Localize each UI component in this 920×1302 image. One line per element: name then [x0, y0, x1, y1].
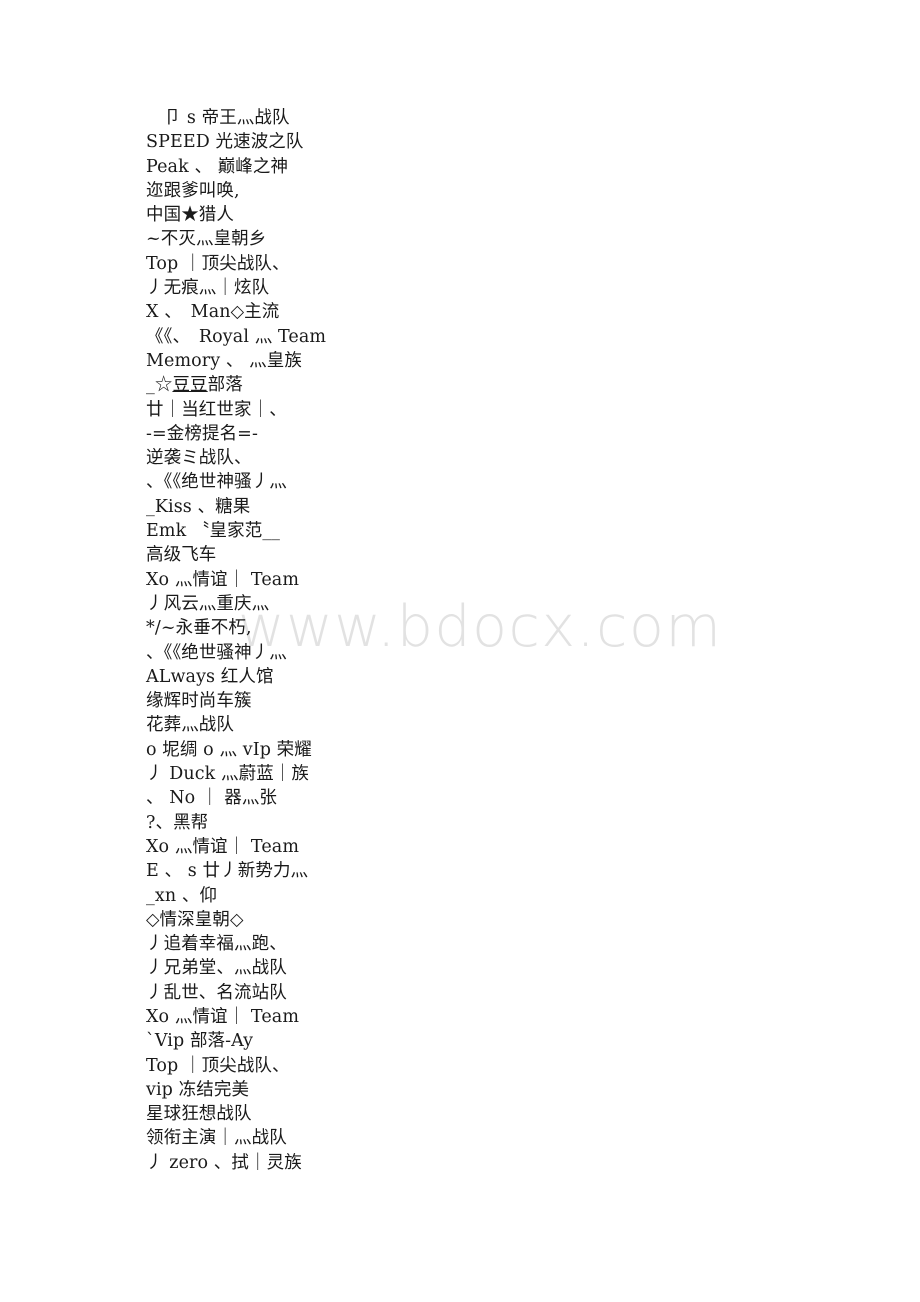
document-line: 迩跟爹叫唤,: [146, 180, 240, 201]
document-line: 、《《绝世神骚丿灬: [146, 472, 287, 493]
underlined-text: 豆豆: [172, 375, 208, 396]
document-page: www.bdocx.com 卩 s 帝王灬战队 SPEED 光速波之队 Peak 、…: [0, 0, 920, 1302]
document-line: 卩 s 帝王灬战队: [146, 108, 290, 128]
document-line: ˋVip 部落-Ay: [146, 1031, 254, 1052]
document-line: _Kiss 、糖果: [146, 496, 251, 517]
document-line: ◇情深皇朝◇: [146, 909, 244, 930]
document-line: 《《、 Royal 灬 Team: [146, 326, 327, 347]
document-line: 逆袭ミ战队、: [146, 448, 252, 469]
document-line: X 、 Man◇主流: [146, 302, 280, 323]
document-line: ALways 红人馆: [146, 666, 274, 687]
document-line: _☆豆豆部落: [146, 375, 243, 396]
document-line: _xn 、仰: [146, 885, 218, 906]
document-line: 高级飞车: [146, 545, 217, 566]
document-line: -=金榜提名=-: [146, 423, 258, 444]
document-line: E 、 s 廿丿新势力灬: [146, 861, 309, 882]
document-line: 领衔主演｜灬战队: [146, 1128, 287, 1149]
document-line: Emk 〝皇家范__: [146, 521, 281, 542]
document-line: Xo 灬情谊｜ Team: [146, 569, 300, 590]
document-line: 丿风云灬重庆灬: [146, 593, 270, 614]
document-line: o 坭绸 o 灬 vIp 荣耀: [146, 739, 312, 760]
document-line: vip 冻结完美: [146, 1079, 250, 1100]
document-line: ?、黑帮: [146, 812, 209, 833]
document-line: 丿 zero 、拭｜灵族: [146, 1152, 302, 1173]
document-line: 丿乱世、名流站队: [146, 982, 287, 1003]
document-line: Top ｜顶尖战队、: [146, 1055, 290, 1076]
document-line: Xo 灬情谊｜ Team: [146, 1006, 300, 1027]
document-line: Memory 、 灬皇族: [146, 350, 302, 371]
document-line: Peak 、 巅峰之神: [146, 156, 289, 177]
document-line: 中国★猎人: [146, 205, 234, 226]
document-line: 、 No ｜ 器灬张: [146, 788, 278, 809]
document-line: 丿兄弟堂、灬战队: [146, 958, 287, 979]
document-line: 缘辉时尚车簇: [146, 691, 252, 712]
document-line: 、《《绝世骚神丿灬: [146, 642, 287, 663]
document-line: */~永垂不朽,: [146, 618, 252, 639]
document-line: 丿无痕灬｜炫队: [146, 278, 270, 299]
document-line: 丿 Duck 灬蔚蓝｜族: [146, 764, 310, 785]
document-line: ~不灭灬皇朝乡: [146, 229, 267, 250]
document-line: SPEED 光速波之队: [146, 132, 304, 153]
document-line: Xo 灬情谊｜ Team: [146, 836, 300, 857]
document-text-body: 卩 s 帝王灬战队 SPEED 光速波之队 Peak 、 巅峰之神 迩跟爹叫唤, 中国★…: [146, 106, 766, 1175]
document-line: 星球狂想战队: [146, 1104, 252, 1125]
document-line: 丿追着幸福灬跑、: [146, 934, 287, 955]
document-line: Top ｜顶尖战队、: [146, 253, 290, 274]
document-line: 花葬灬战队: [146, 715, 234, 736]
document-line: 廿｜当红世家｜、: [146, 399, 287, 420]
